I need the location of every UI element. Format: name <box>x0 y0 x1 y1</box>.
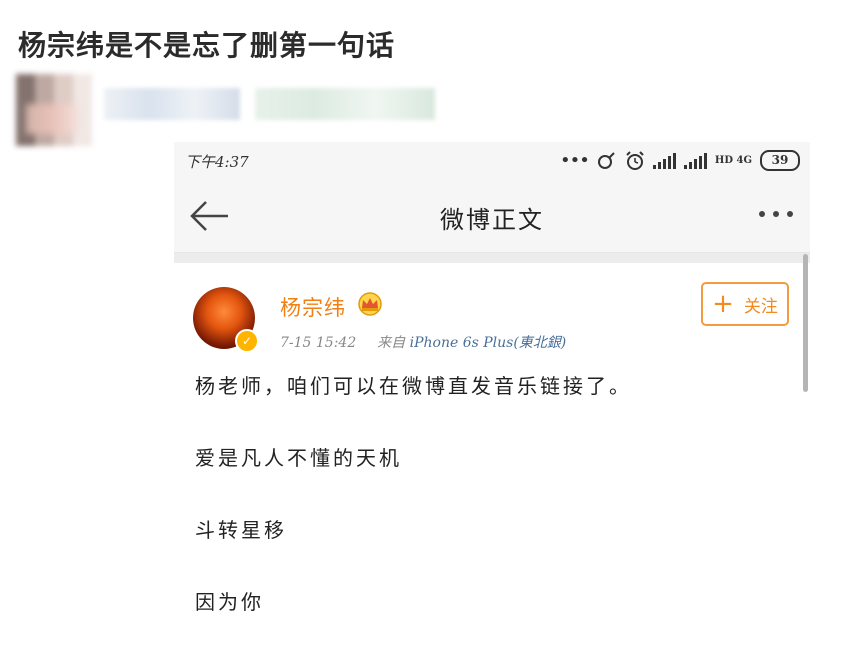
post-source[interactable]: iPhone 6s Plus(東北銀) <box>410 335 567 351</box>
blurred-avatar[interactable] <box>16 74 92 146</box>
key-icon <box>597 151 615 169</box>
username[interactable]: 杨宗纬 <box>280 292 346 322</box>
status-time: 下午4:37 <box>185 153 249 171</box>
post-meta: 7-15 15:42 来自 iPhone 6s Plus(東北銀) <box>280 332 566 352</box>
signal-icon-2 <box>683 152 707 169</box>
nav-title: 微博正文 <box>440 206 544 234</box>
post-text-line-3: 斗转星移 <box>195 518 287 542</box>
post-text-line-4: 因为你 <box>195 590 264 614</box>
from-label: 来自 <box>377 335 406 351</box>
follow-label: 关注 <box>743 296 778 317</box>
post-title: 杨宗纬是不是忘了删第一句话 <box>18 29 396 62</box>
status-icons: ••• HD 4G 39 <box>560 150 800 171</box>
network-type: HD 4G <box>714 155 752 166</box>
more-dots-status-icon: ••• <box>560 149 590 171</box>
plus-icon: + <box>712 289 734 319</box>
post-text-line-2: 爱是凡人不懂的天机 <box>195 446 402 470</box>
blurred-meta <box>255 88 435 120</box>
battery-icon: 39 <box>760 150 800 171</box>
divider <box>174 253 810 263</box>
verified-badge-icon: ✓ <box>235 329 259 353</box>
alarm-icon <box>626 150 644 170</box>
status-bar: 下午4:37 ••• HD 4G 39 <box>174 142 810 180</box>
signal-icon <box>652 152 676 169</box>
more-options-icon[interactable] <box>756 206 796 222</box>
crown-icon <box>358 292 382 316</box>
post-datetime: 7-15 15:42 <box>280 335 357 351</box>
blurred-username[interactable] <box>104 88 240 120</box>
post-text-line-1: 杨老师，咱们可以在微博直发音乐链接了。 <box>195 374 632 398</box>
nav-bar: 微博正文 <box>174 180 810 253</box>
follow-button[interactable]: + 关注 <box>701 282 789 326</box>
scrollbar[interactable] <box>803 254 808 392</box>
phone-screenshot: 下午4:37 ••• HD 4G 39 微博正文 ✓ 杨宗纬 + 关注 7-15… <box>174 142 810 651</box>
